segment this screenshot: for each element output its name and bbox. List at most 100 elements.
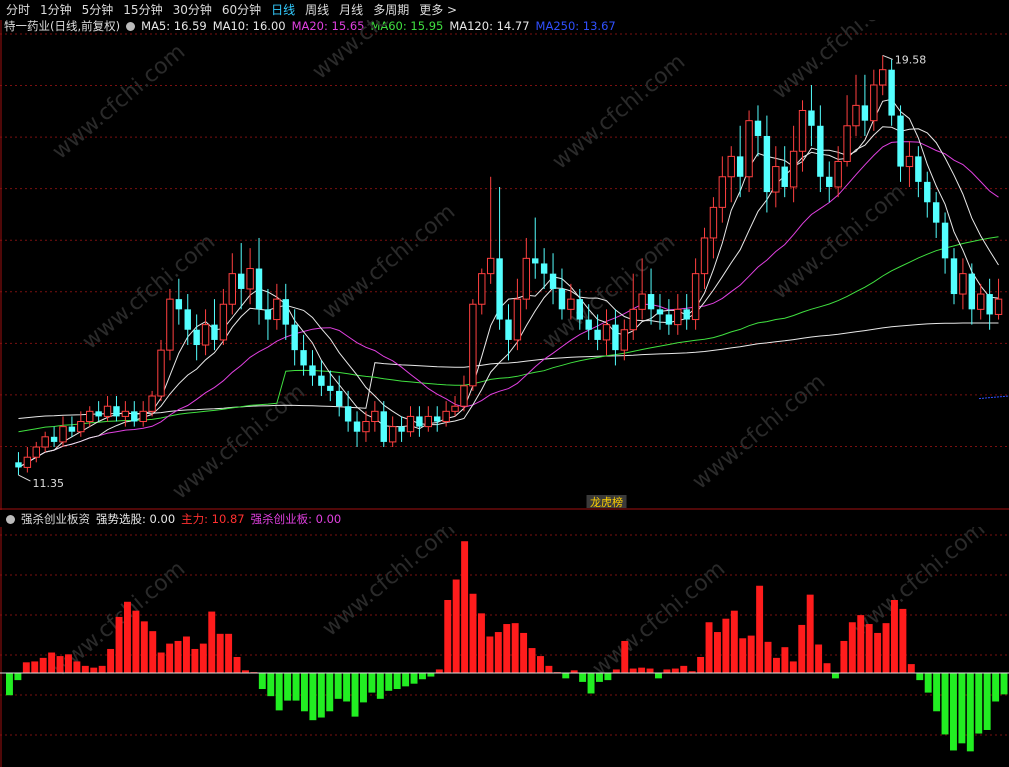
- candle[interactable]: [478, 268, 486, 315]
- candle[interactable]: [371, 401, 379, 432]
- candle[interactable]: [344, 390, 352, 432]
- candle[interactable]: [522, 237, 531, 310]
- candle[interactable]: [888, 59, 895, 126]
- candle[interactable]: [745, 110, 753, 193]
- candle[interactable]: [897, 105, 904, 182]
- candle[interactable]: [754, 105, 762, 157]
- candlestick-chart[interactable]: www.cfchi.comwww.cfchi.comwww.cfchi.comw…: [0, 20, 1009, 510]
- candle[interactable]: [826, 161, 833, 203]
- tab-period-3[interactable]: 15分钟: [123, 1, 162, 18]
- candle[interactable]: [612, 309, 619, 366]
- candle[interactable]: [905, 141, 914, 187]
- candle[interactable]: [131, 401, 138, 427]
- candle[interactable]: [656, 294, 664, 330]
- candle[interactable]: [113, 396, 120, 422]
- tab-period-9[interactable]: 多周期: [373, 1, 409, 18]
- candle[interactable]: [602, 309, 611, 356]
- candle[interactable]: [23, 447, 32, 473]
- candle[interactable]: [505, 304, 512, 361]
- candle[interactable]: [558, 268, 566, 320]
- candle[interactable]: [808, 84, 815, 147]
- candle[interactable]: [32, 441, 40, 463]
- event-tag[interactable]: 龙虎榜: [586, 495, 627, 509]
- candle[interactable]: [549, 253, 557, 305]
- candle[interactable]: [416, 406, 423, 437]
- tab-period-7[interactable]: 周线: [305, 1, 329, 18]
- candle[interactable]: [228, 253, 237, 315]
- candle[interactable]: [388, 416, 397, 448]
- candle[interactable]: [968, 263, 976, 325]
- candle[interactable]: [166, 288, 174, 361]
- candle[interactable]: [941, 212, 949, 274]
- candle[interactable]: [665, 299, 673, 335]
- candle[interactable]: [986, 278, 993, 330]
- candle[interactable]: [932, 192, 940, 238]
- candle[interactable]: [309, 350, 316, 386]
- candle[interactable]: [798, 100, 807, 172]
- candle[interactable]: [496, 186, 503, 330]
- candle[interactable]: [59, 416, 67, 448]
- candle[interactable]: [513, 278, 522, 351]
- indicator-title[interactable]: 强杀创业板资: [21, 511, 90, 527]
- candle[interactable]: [211, 299, 218, 351]
- candle[interactable]: [264, 288, 272, 340]
- tab-period-6[interactable]: 日线: [271, 1, 295, 18]
- candle[interactable]: [540, 248, 548, 289]
- tab-period-5[interactable]: 60分钟: [222, 1, 261, 18]
- candle[interactable]: [861, 74, 869, 136]
- candle[interactable]: [237, 243, 245, 310]
- candle[interactable]: [406, 406, 415, 437]
- candle[interactable]: [380, 401, 387, 448]
- tab-period-0[interactable]: 分时: [6, 1, 30, 18]
- candle[interactable]: [424, 406, 433, 432]
- candle[interactable]: [674, 294, 682, 335]
- tab-period-2[interactable]: 5分钟: [82, 1, 114, 18]
- tab-period-8[interactable]: 月线: [339, 1, 363, 18]
- candle[interactable]: [959, 258, 967, 310]
- candle[interactable]: [15, 452, 22, 476]
- settings-gear-icon[interactable]: [6, 514, 15, 524]
- candle[interactable]: [291, 309, 298, 366]
- candle[interactable]: [772, 146, 780, 208]
- candle[interactable]: [879, 55, 887, 96]
- candle[interactable]: [834, 146, 842, 198]
- candle[interactable]: [273, 283, 281, 330]
- tab-period-1[interactable]: 1分钟: [40, 1, 72, 18]
- candle[interactable]: [327, 370, 334, 402]
- candle[interactable]: [282, 283, 289, 340]
- indicator-histogram[interactable]: www.cfchi.comwww.cfchi.comwww.cfchi.comw…: [0, 527, 1009, 767]
- candle[interactable]: [763, 115, 771, 213]
- candle[interactable]: [318, 360, 325, 397]
- candle[interactable]: [175, 278, 183, 325]
- candle[interactable]: [727, 146, 735, 203]
- candle[interactable]: [781, 146, 788, 198]
- candle[interactable]: [50, 426, 58, 448]
- tab-period-10[interactable]: 更多 >: [419, 1, 457, 18]
- candle[interactable]: [184, 294, 191, 346]
- candle[interactable]: [532, 217, 539, 279]
- candle[interactable]: [852, 74, 860, 136]
- candle[interactable]: [41, 431, 49, 453]
- candle[interactable]: [219, 288, 228, 346]
- candle[interactable]: [300, 334, 307, 376]
- candle[interactable]: [700, 227, 709, 289]
- candle[interactable]: [486, 176, 495, 284]
- candle[interactable]: [915, 146, 922, 198]
- candle[interactable]: [469, 299, 477, 391]
- candle[interactable]: [201, 309, 210, 356]
- candle[interactable]: [718, 156, 727, 223]
- candle[interactable]: [103, 396, 112, 422]
- tab-period-4[interactable]: 30分钟: [173, 1, 212, 18]
- candle[interactable]: [68, 416, 76, 437]
- candle[interactable]: [683, 294, 690, 330]
- candle[interactable]: [843, 95, 851, 167]
- candle[interactable]: [353, 411, 361, 448]
- candle[interactable]: [950, 248, 958, 305]
- candle[interactable]: [870, 69, 878, 131]
- candle[interactable]: [246, 248, 254, 305]
- candle[interactable]: [434, 406, 441, 432]
- candle[interactable]: [994, 278, 1003, 320]
- candle[interactable]: [924, 171, 931, 218]
- candle[interactable]: [817, 105, 824, 193]
- candle[interactable]: [691, 258, 700, 330]
